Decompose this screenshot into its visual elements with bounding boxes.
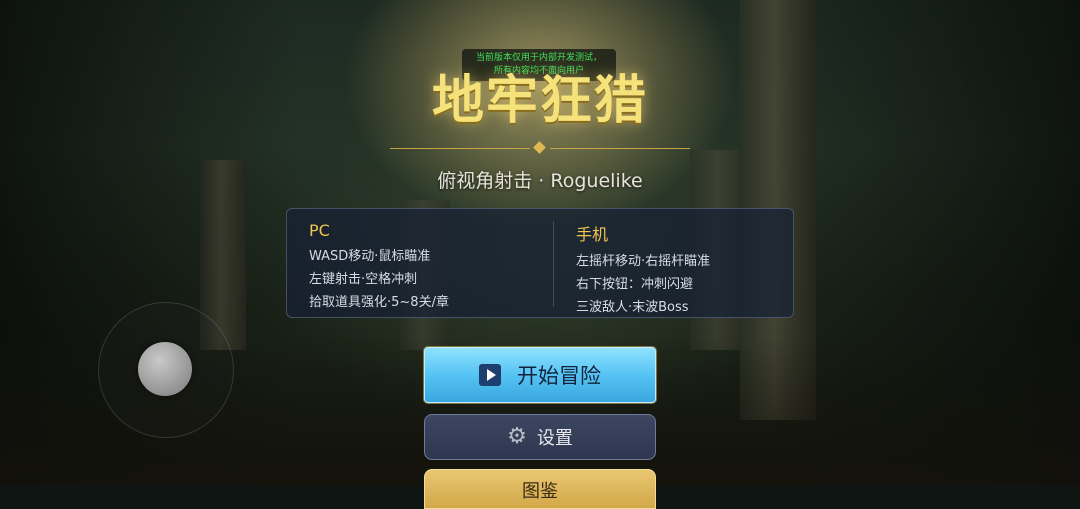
codex-button[interactable]: 图鉴: [424, 469, 656, 509]
controls-mobile-line: 左摇杆移动·右摇杆瞄准: [576, 254, 711, 269]
codex-label: 图鉴: [522, 481, 558, 502]
controls-pc-line: WASD移动·鼠标瞄准: [309, 249, 431, 264]
controls-panel: PC WASD移动·鼠标瞄准 左键射击·空格冲刺 拾取道具强化·5~8关/章 手…: [286, 208, 794, 318]
controls-mobile-heading: 手机: [576, 225, 609, 244]
controls-pc-line: 拾取道具强化·5~8关/章: [309, 295, 449, 310]
game-subtitle: 俯视角射击 · Roguelike: [437, 170, 643, 192]
controls-pc-line: 左键射击·空格冲刺: [309, 272, 418, 287]
controls-mobile-line: 右下按钮：冲刺闪避: [576, 277, 694, 292]
controls-mobile-column: 手机 左摇杆移动·右摇杆瞄准 右下按钮：冲刺闪避 三波敌人·末波Boss: [576, 221, 710, 319]
game-title: 地牢狂猎: [431, 70, 648, 131]
start-adventure-button[interactable]: 开始冒险: [424, 347, 656, 403]
controls-pc-column: PC WASD移动·鼠标瞄准 左键射击·空格冲刺 拾取道具强化·5~8关/章: [309, 221, 449, 314]
gear-icon: ⚙: [507, 424, 527, 449]
settings-button[interactable]: ⚙ 设置: [424, 414, 656, 460]
settings-label: 设置: [536, 428, 573, 449]
controls-mobile-line: 三波敌人·末波Boss: [576, 300, 689, 315]
start-adventure-label: 开始冒险: [517, 364, 601, 388]
play-icon: [479, 364, 501, 386]
controls-panel-separator: [553, 221, 554, 307]
title-divider-right: [550, 148, 690, 149]
virtual-joystick-knob[interactable]: [138, 342, 192, 396]
title-divider-left: [390, 148, 530, 149]
controls-pc-heading: PC: [309, 221, 330, 240]
